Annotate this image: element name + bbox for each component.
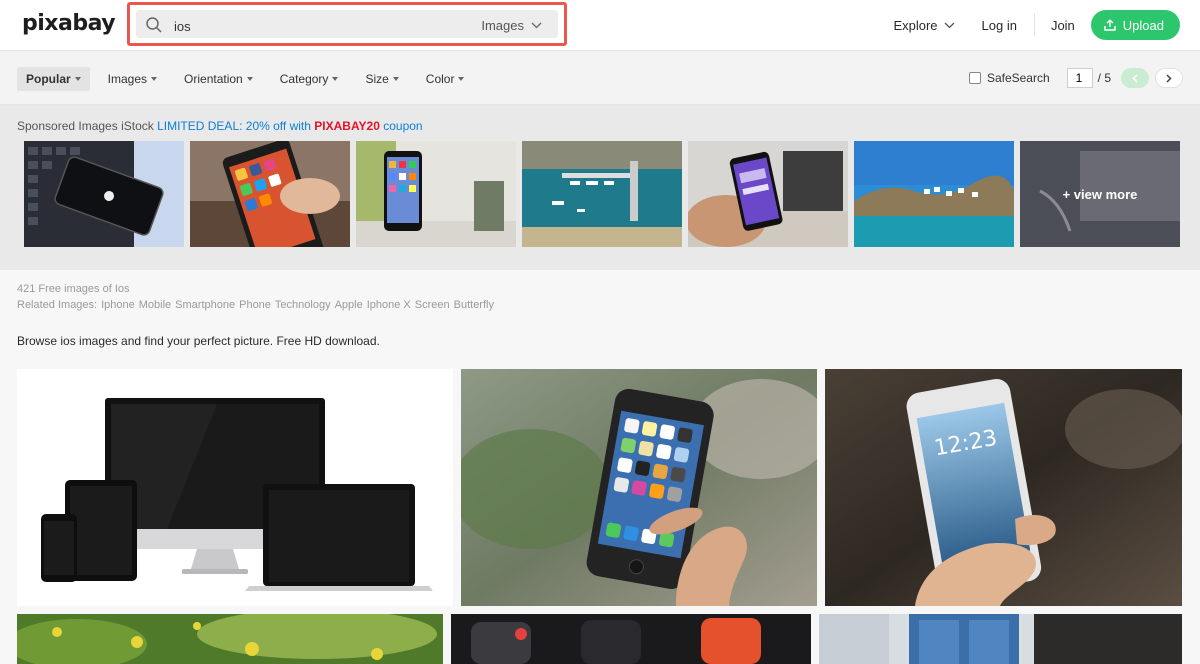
caret-down-icon — [332, 77, 339, 81]
coupon-code: PIXABAY20 — [314, 119, 380, 133]
deal-link[interactable]: LIMITED DEAL: 20% off with PIXABAY20 cou… — [157, 119, 423, 133]
related-tag[interactable]: Butterfly — [454, 297, 494, 313]
sponsored-prefix: Sponsored Images iStock — [17, 119, 154, 133]
sponsored-image-coastal-village[interactable] — [854, 141, 1014, 247]
caret-down-icon — [392, 77, 399, 81]
filter-label: Color — [425, 72, 455, 86]
filter-label: Images — [107, 72, 148, 86]
sponsored-image-phone-on-table[interactable] — [356, 141, 516, 247]
filter-label: Orientation — [184, 72, 243, 86]
header-nav: Explore Log in Join Upload — [893, 10, 1180, 40]
search-type-label: Images — [481, 18, 524, 33]
join-link[interactable]: Join — [1051, 18, 1075, 33]
page-number-input[interactable] — [1066, 68, 1093, 88]
filter-label: Popular — [26, 72, 71, 86]
result-image-iphone-lockscreen[interactable]: 12:23 — [825, 369, 1182, 606]
filter-images[interactable]: Images — [99, 67, 166, 91]
related-tag[interactable]: Technology — [275, 297, 331, 313]
upload-icon — [1104, 19, 1116, 31]
filter-category[interactable]: Category — [271, 67, 348, 91]
related-tag[interactable]: Mobile — [139, 297, 171, 313]
result-image-hand-iphone-apps[interactable] — [461, 369, 817, 606]
view-more-label: + view more — [1020, 141, 1180, 247]
prev-page-button[interactable] — [1121, 68, 1149, 88]
filter-label: Size — [365, 72, 389, 86]
search-bar: Images — [136, 10, 558, 38]
search-type-select[interactable]: Images — [481, 18, 542, 33]
sponsored-image-phone-on-keyboard[interactable] — [24, 141, 184, 247]
related-tag[interactable]: Screen — [415, 297, 450, 313]
page-total: / 5 — [1097, 71, 1111, 85]
related-tag[interactable]: Iphone — [101, 297, 135, 313]
top-header: pixabay Images Explore Log in Join — [0, 0, 1200, 50]
filter-orientation[interactable]: Orientation — [175, 67, 262, 91]
chevron-right-icon — [1166, 73, 1172, 83]
filter-popular[interactable]: Popular — [17, 67, 90, 91]
result-image-app-icons-closeup[interactable] — [451, 614, 811, 664]
filter-color[interactable]: Color — [417, 67, 474, 91]
upload-label: Upload — [1122, 17, 1164, 33]
result-image-blue-window[interactable] — [819, 614, 1182, 664]
login-link[interactable]: Log in — [982, 18, 1017, 33]
safesearch-checkbox[interactable] — [968, 72, 981, 84]
explore-menu[interactable]: Explore — [893, 18, 954, 33]
search-highlight-box: Images — [127, 2, 567, 46]
search-info: 421 Free images of Ios Related Images: I… — [17, 281, 494, 313]
explore-label: Explore — [893, 17, 938, 33]
result-image-yellow-flowers[interactable] — [17, 614, 443, 664]
next-page-button[interactable] — [1155, 68, 1183, 88]
chevron-down-icon — [944, 22, 954, 28]
pixabay-logo[interactable]: pixabay — [22, 11, 116, 36]
filter-bar: Popular Images Orientation Category Size… — [0, 50, 1200, 105]
chevron-down-icon — [531, 22, 542, 29]
related-tag[interactable]: Apple — [335, 297, 363, 313]
related-images: Related Images: Iphone Mobile Smartphone… — [17, 297, 494, 313]
filter-size[interactable]: Size — [356, 67, 407, 91]
result-count: 421 Free images of Ios — [17, 283, 130, 295]
nav-divider — [1033, 14, 1035, 36]
sponsored-image-hand-phone-apps[interactable] — [190, 141, 350, 247]
browse-description: Browse ios images and find your perfect … — [17, 334, 380, 348]
sponsored-thumbnails: + view more — [24, 141, 1180, 247]
sponsored-image-aerial-harbor[interactable] — [522, 141, 682, 247]
deal-text: LIMITED DEAL: 20% off with — [157, 119, 311, 133]
related-tag[interactable]: Iphone X — [367, 297, 411, 313]
sponsored-image-hand-holding-phone[interactable] — [688, 141, 848, 247]
related-label: Related Images: — [17, 299, 98, 311]
caret-down-icon — [151, 77, 158, 81]
search-input[interactable] — [174, 14, 474, 38]
sponsored-view-more[interactable]: + view more — [1020, 141, 1180, 247]
pagination-controls: SafeSearch / 5 — [968, 68, 1183, 88]
safesearch-label[interactable]: SafeSearch — [987, 71, 1050, 85]
deal-suffix: coupon — [383, 119, 423, 133]
caret-down-icon — [246, 77, 253, 81]
sponsored-label: Sponsored Images iStock LIMITED DEAL: 20… — [17, 119, 423, 133]
caret-down-icon — [74, 77, 81, 81]
caret-down-icon — [458, 77, 465, 81]
filter-list: Popular Images Orientation Category Size… — [17, 67, 482, 91]
related-tag[interactable]: Smartphone — [175, 297, 235, 313]
filter-label: Category — [279, 72, 329, 86]
sponsored-section: Sponsored Images iStock LIMITED DEAL: 20… — [0, 105, 1200, 270]
upload-button[interactable]: Upload — [1090, 10, 1180, 40]
result-image-apple-devices[interactable] — [17, 369, 453, 606]
search-icon[interactable] — [145, 16, 163, 34]
chevron-left-icon — [1132, 73, 1138, 83]
related-tag[interactable]: Phone — [239, 297, 271, 313]
